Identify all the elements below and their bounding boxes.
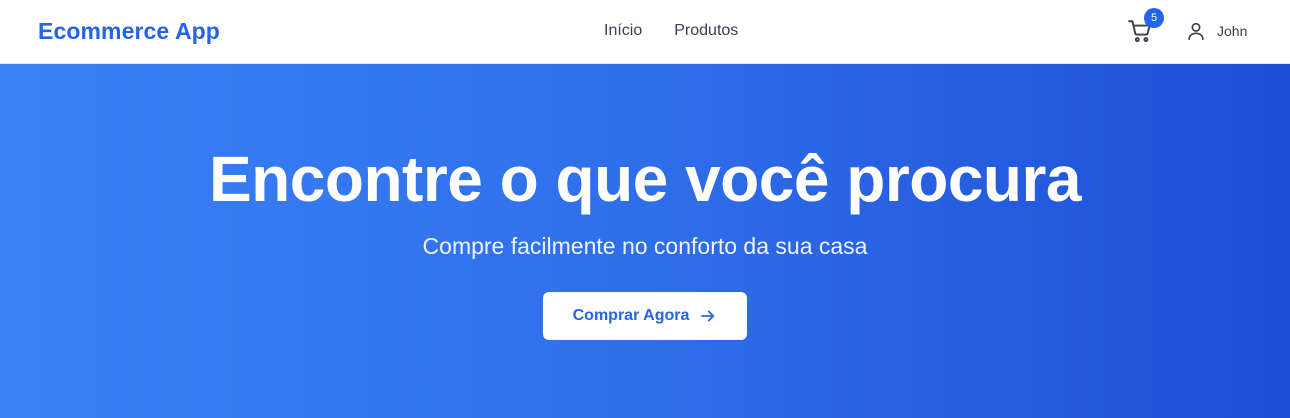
hero-title: Encontre o que você procura: [208, 143, 1082, 215]
shop-now-button[interactable]: Comprar Agora: [543, 292, 747, 340]
nav-link-produtos[interactable]: Produtos: [674, 22, 738, 40]
user-name: John: [1217, 23, 1248, 39]
top-navbar: Ecommerce App Início Produtos 5 John: [0, 0, 1290, 64]
shop-now-label: Comprar Agora: [572, 307, 690, 324]
arrow-right-icon: [701, 310, 715, 322]
hero-subtitle: Compre facilmente no conforto da sua cas…: [422, 233, 868, 259]
brand-logo-link[interactable]: Ecommerce App: [38, 18, 220, 45]
hero-banner: Encontre o que você procura Compre facil…: [0, 64, 1290, 418]
cart-button[interactable]: 5: [1127, 8, 1164, 46]
nav-links: Início Produtos: [604, 22, 738, 40]
user-icon: [1188, 22, 1204, 41]
user-menu[interactable]: John: [1185, 20, 1247, 42]
cart-count-badge: 5: [1144, 8, 1164, 28]
nav-link-inicio[interactable]: Início: [604, 22, 642, 40]
